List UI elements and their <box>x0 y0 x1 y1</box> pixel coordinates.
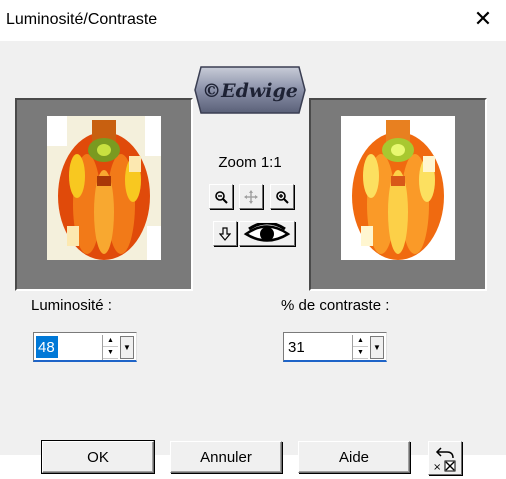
zoom-level-label: Zoom 1:1 <box>218 154 282 171</box>
title-bar[interactable]: Luminosité/Contraste ✕ <box>0 0 506 41</box>
contrast-slider-dropdown[interactable]: ▼ <box>370 336 384 359</box>
result-preview[interactable] <box>309 98 487 291</box>
spin-up-icon[interactable]: ▲ <box>103 335 118 347</box>
contrast-spinbox[interactable]: ▲ ▼ ▼ <box>283 332 387 362</box>
zoom-in-button[interactable] <box>270 184 294 209</box>
ok-button[interactable]: OK <box>41 440 155 474</box>
original-preview[interactable] <box>15 98 193 291</box>
pan-button[interactable] <box>239 184 263 209</box>
chevron-down-icon: ▼ <box>123 343 131 352</box>
close-icon: ✕ <box>473 6 493 31</box>
spin-down-icon[interactable]: ▼ <box>103 347 118 359</box>
cancel-button[interactable]: Annuler <box>170 441 282 473</box>
help-button[interactable]: Aide <box>298 441 410 473</box>
pan-icon <box>244 189 258 204</box>
eye-icon <box>243 222 291 242</box>
watermark-logo: ©Edwige <box>191 61 309 119</box>
auto-proof-button[interactable] <box>239 221 295 246</box>
brightness-spinbox[interactable]: ▲ ▼ ▼ <box>33 332 137 362</box>
result-preview-image <box>341 116 455 260</box>
zoom-in-icon <box>276 190 289 204</box>
contrast-label: % de contraste : <box>281 297 390 314</box>
zoom-out-button[interactable] <box>209 184 233 209</box>
contrast-input[interactable] <box>286 336 346 358</box>
watermark-text: ©Edwige <box>202 80 298 102</box>
contrast-spin-arrows[interactable]: ▲ ▼ <box>352 335 368 360</box>
brightness-label: Luminosité : <box>31 297 112 314</box>
zoom-out-icon <box>215 190 228 204</box>
spin-down-icon[interactable]: ▼ <box>353 347 368 359</box>
arrow-down-icon <box>219 226 231 241</box>
svg-text:×: × <box>433 462 441 473</box>
brightness-slider-dropdown[interactable]: ▼ <box>120 336 134 359</box>
dialog-client-area: ©Edwige Zoom 1:1 Luminosité: 48 ▲ ▼ ▼ %… <box>0 41 506 475</box>
spin-up-icon[interactable]: ▲ <box>353 335 368 347</box>
window-title: Luminosité/Contraste <box>6 11 158 28</box>
reset-icon: × <box>433 447 456 473</box>
brightness-spin-arrows[interactable]: ▲ ▼ <box>102 335 118 360</box>
original-preview-image <box>47 116 161 260</box>
proof-button[interactable] <box>213 221 237 246</box>
brightness-input[interactable] <box>36 336 58 358</box>
reset-button[interactable]: × <box>428 441 462 475</box>
chevron-down-icon: ▼ <box>373 343 381 352</box>
close-button[interactable]: ✕ <box>460 0 506 38</box>
